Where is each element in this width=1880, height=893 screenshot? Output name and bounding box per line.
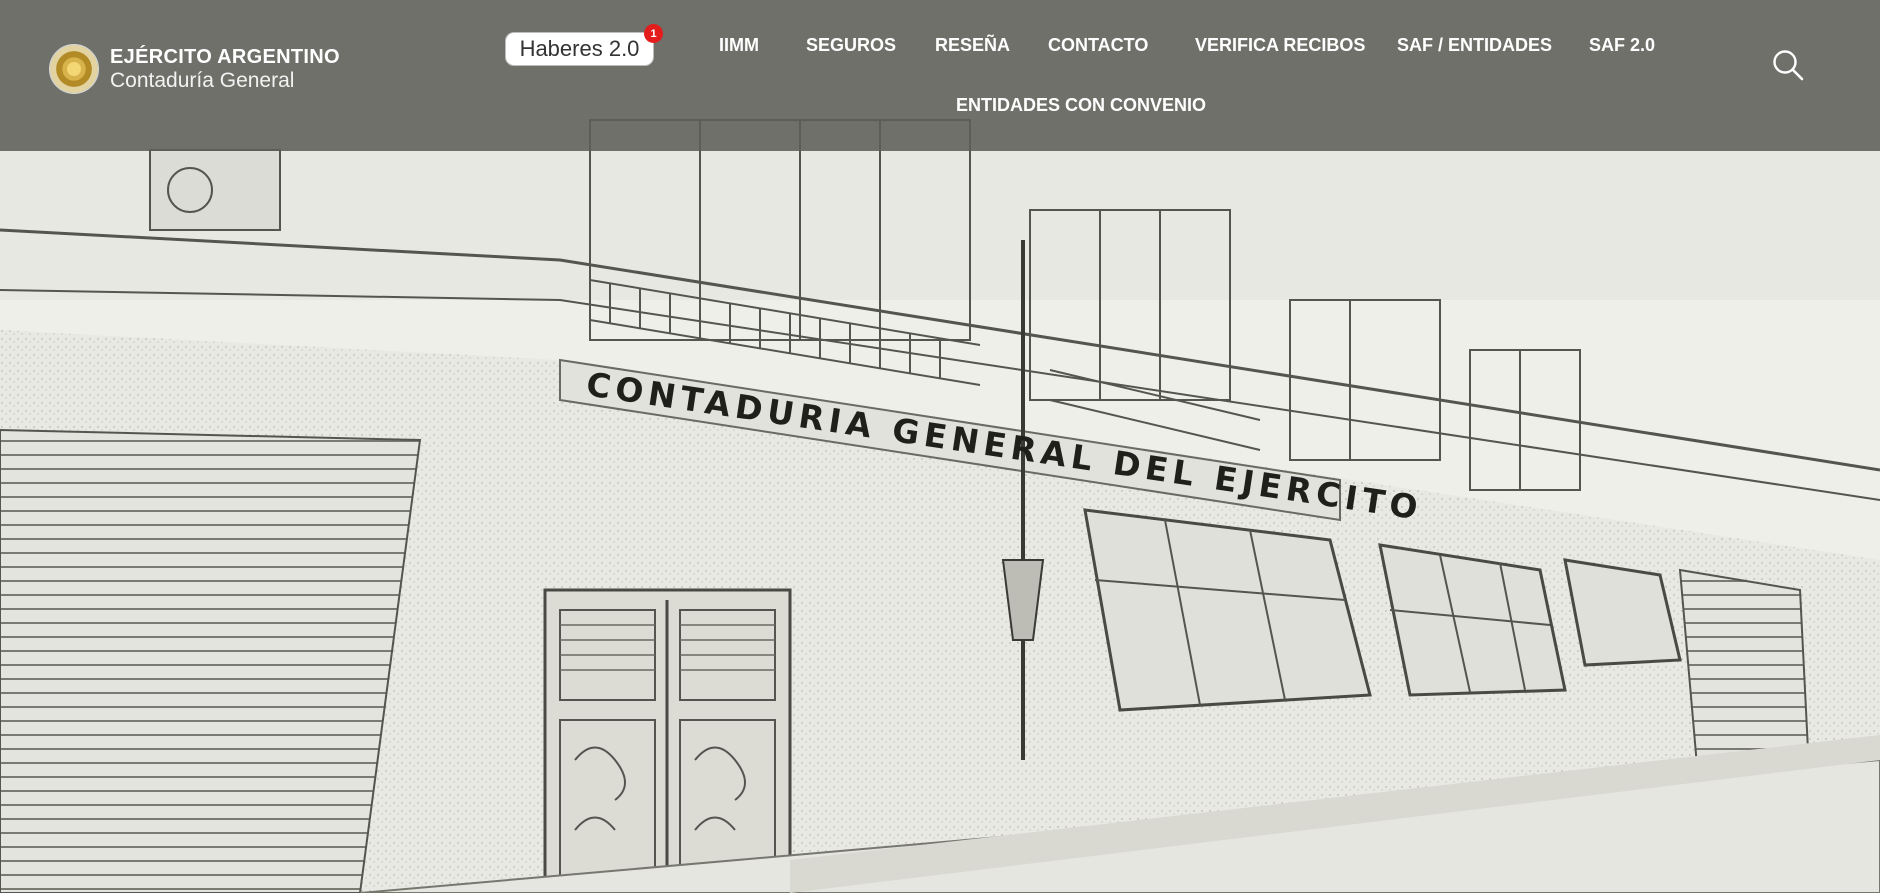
notification-badge: 1 [644,24,663,43]
nav-item-verifica-recibos[interactable]: VERIFICA RECIBOS [1195,36,1365,54]
army-seal-logo [49,44,99,94]
haberes-button[interactable]: Haberes 2.0 [505,32,654,66]
nav-item-saf-2[interactable]: SAF 2.0 [1589,36,1655,54]
haberes-label: Haberes 2.0 [519,36,640,61]
brand-home-link[interactable]: EJÉRCITO ARGENTINO Contaduría General [49,44,340,94]
nav-item-iimm[interactable]: IIMM [719,36,759,54]
brand-text: EJÉRCITO ARGENTINO Contaduría General [110,47,340,91]
nav-item-seguros[interactable]: SEGUROS [806,36,896,54]
nav-item-entidades-con-convenio[interactable]: ENTIDADES CON CONVENIO [956,96,1206,114]
site-header: EJÉRCITO ARGENTINO Contaduría General Ha… [0,0,1880,151]
brand-subtitle: Contaduría General [110,69,295,92]
page: CONTADURIA GENERAL DEL EJERCITO EJÉRCITO… [0,0,1880,893]
nav-item-resena[interactable]: RESEÑA [935,36,1010,54]
search-button[interactable] [1771,48,1805,82]
search-icon [1773,50,1804,81]
nav-item-contacto[interactable]: CONTACTO [1048,36,1148,54]
nav-item-saf-entidades[interactable]: SAF / ENTIDADES [1397,36,1552,54]
brand-title: EJÉRCITO ARGENTINO [110,46,340,68]
